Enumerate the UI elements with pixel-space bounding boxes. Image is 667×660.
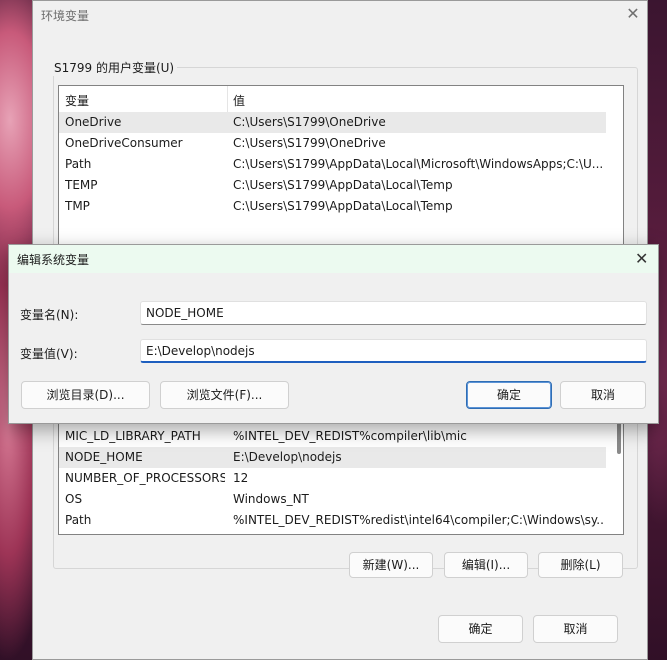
variable-name: OneDrive: [65, 115, 122, 129]
variable-name: TEMP: [65, 178, 98, 192]
variable-value: %INTEL_DEV_REDIST%redist\intel64\compile…: [233, 513, 603, 527]
variable-name-input[interactable]: NODE_HOME: [140, 301, 647, 325]
variable-name: MIC_LD_LIBRARY_PATH: [65, 429, 201, 443]
variable-name: OneDriveConsumer: [65, 136, 183, 150]
table-row[interactable]: OneDrive C:\Users\S1799\OneDrive: [59, 112, 606, 133]
new-variable-button[interactable]: 新建(W)...: [349, 552, 433, 578]
ok-button[interactable]: 确定: [438, 615, 523, 643]
edit-variable-button[interactable]: 编辑(I)...: [444, 552, 528, 578]
delete-variable-button[interactable]: 删除(L): [538, 552, 623, 578]
variable-value: 12: [233, 471, 249, 485]
table-row[interactable]: Path %INTEL_DEV_REDIST%redist\intel64\co…: [59, 510, 606, 531]
table-row[interactable]: MIC_LD_LIBRARY_PATH %INTEL_DEV_REDIST%co…: [59, 426, 606, 447]
dialog-title: 编辑系统变量: [17, 253, 90, 267]
table-row[interactable]: TMP C:\Users\S1799\AppData\Local\Temp: [59, 196, 606, 217]
column-divider[interactable]: [227, 86, 228, 112]
table-row[interactable]: OneDriveConsumer C:\Users\S1799\OneDrive: [59, 133, 606, 154]
cancel-button[interactable]: 取消: [533, 615, 618, 643]
variable-value: C:\Users\S1799\OneDrive: [233, 115, 386, 129]
table-header: 变量 值: [59, 86, 606, 113]
column-header-variable[interactable]: 变量: [65, 92, 89, 109]
variable-value: C:\Users\S1799\OneDrive: [233, 136, 386, 150]
variable-value-input[interactable]: E:\Develop\nodejs: [140, 339, 647, 363]
variable-value: %INTEL_DEV_REDIST%compiler\lib\mic: [233, 429, 467, 443]
close-icon[interactable]: ✕: [623, 4, 643, 24]
table-row[interactable]: Path C:\Users\S1799\AppData\Local\Micros…: [59, 154, 606, 175]
system-variables-table[interactable]: MIC_LD_LIBRARY_PATH %INTEL_DEV_REDIST%co…: [58, 411, 624, 535]
variable-name: NUMBER_OF_PROCESSORS: [65, 471, 225, 485]
variable-value: C:\Users\S1799\AppData\Local\Temp: [233, 178, 453, 192]
variable-name: TMP: [65, 199, 90, 213]
dialog-title-bar: 编辑系统变量 ✕: [9, 245, 658, 273]
variable-value: C:\Users\S1799\AppData\Local\Microsoft\W…: [233, 157, 603, 171]
table-row[interactable]: TEMP C:\Users\S1799\AppData\Local\Temp: [59, 175, 606, 196]
variable-name-label: 变量名(N):: [20, 308, 79, 322]
dialog-ok-button[interactable]: 确定: [466, 381, 552, 409]
table-row[interactable]: OS Windows_NT: [59, 489, 606, 510]
close-icon[interactable]: ✕: [635, 249, 648, 269]
user-variables-label: S1799 的用户变量(U): [51, 59, 178, 76]
variable-value: E:\Develop\nodejs: [233, 450, 342, 464]
variable-name: Path: [65, 513, 92, 527]
table-row[interactable]: NUMBER_OF_PROCESSORS 12: [59, 468, 606, 489]
user-variables-table[interactable]: 变量 值 OneDrive C:\Users\S1799\OneDrive On…: [58, 85, 624, 245]
browse-file-button[interactable]: 浏览文件(F)...: [160, 381, 289, 409]
browse-directory-button[interactable]: 浏览目录(D)...: [21, 381, 150, 409]
variable-name: OS: [65, 492, 83, 506]
table-row[interactable]: NODE_HOME E:\Develop\nodejs: [59, 447, 606, 468]
variable-name: NODE_HOME: [65, 450, 143, 464]
column-header-value[interactable]: 值: [233, 92, 245, 109]
edit-system-variable-dialog: 编辑系统变量 ✕ 变量名(N): NODE_HOME 变量值(V): E:\De…: [8, 244, 659, 424]
window-title: 环境变量: [41, 9, 90, 23]
variable-value: Windows_NT: [233, 492, 309, 506]
variable-value-label: 变量值(V):: [20, 347, 78, 361]
variable-value: C:\Users\S1799\AppData\Local\Temp: [233, 199, 453, 213]
variable-name: Path: [65, 157, 92, 171]
dialog-cancel-button[interactable]: 取消: [560, 381, 646, 409]
